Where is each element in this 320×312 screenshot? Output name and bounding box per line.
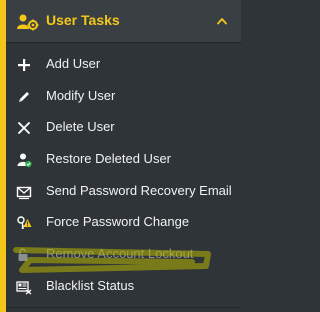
users-gear-icon <box>17 14 39 31</box>
menu-item-modify-user[interactable]: Modify User <box>6 81 241 113</box>
user-tasks-header[interactable]: User Tasks <box>6 0 241 43</box>
user-tasks-panel: User Tasks Add User Modify User Delete U… <box>0 0 241 312</box>
menu-item-label: Blacklist Status <box>46 277 135 293</box>
restore-user-icon <box>17 153 32 168</box>
unlock-icon <box>18 248 28 262</box>
menu-item-send-password-recovery-email[interactable]: Send Password Recovery Email <box>6 176 241 208</box>
envelope-icon <box>16 186 32 199</box>
plus-icon <box>18 59 30 71</box>
pencil-icon <box>19 91 29 102</box>
menu-item-force-password-change[interactable]: Force Password Change <box>6 207 241 239</box>
menu-item-label: Restore Deleted User <box>46 151 171 167</box>
user-tasks-menu: Add User Modify User Delete User Restore… <box>6 49 241 303</box>
divider <box>6 307 241 308</box>
menu-item-label: Add User <box>46 56 101 71</box>
menu-item-delete-user[interactable]: Delete User <box>6 112 241 144</box>
menu-item-remove-account-lockout[interactable]: Remove Account Lockout <box>6 239 241 271</box>
key-warning-icon <box>17 216 32 230</box>
menu-item-label: Modify User <box>46 87 116 103</box>
menu-item-add-user[interactable]: Add User <box>6 49 241 81</box>
menu-item-label: Force Password Change <box>46 214 190 230</box>
menu-item-label: Remove Account Lockout <box>46 246 194 262</box>
menu-item-label: Delete User <box>46 119 115 135</box>
blacklist-icon <box>16 281 32 295</box>
menu-item-label: Send Password Recovery Email <box>46 182 232 198</box>
menu-item-blacklist-status[interactable]: Blacklist Status <box>6 271 241 303</box>
chevron-up-icon[interactable] <box>217 17 227 25</box>
x-icon <box>18 122 30 135</box>
menu-item-restore-deleted-user[interactable]: Restore Deleted User <box>6 144 241 176</box>
user-tasks-title: User Tasks <box>46 12 120 28</box>
